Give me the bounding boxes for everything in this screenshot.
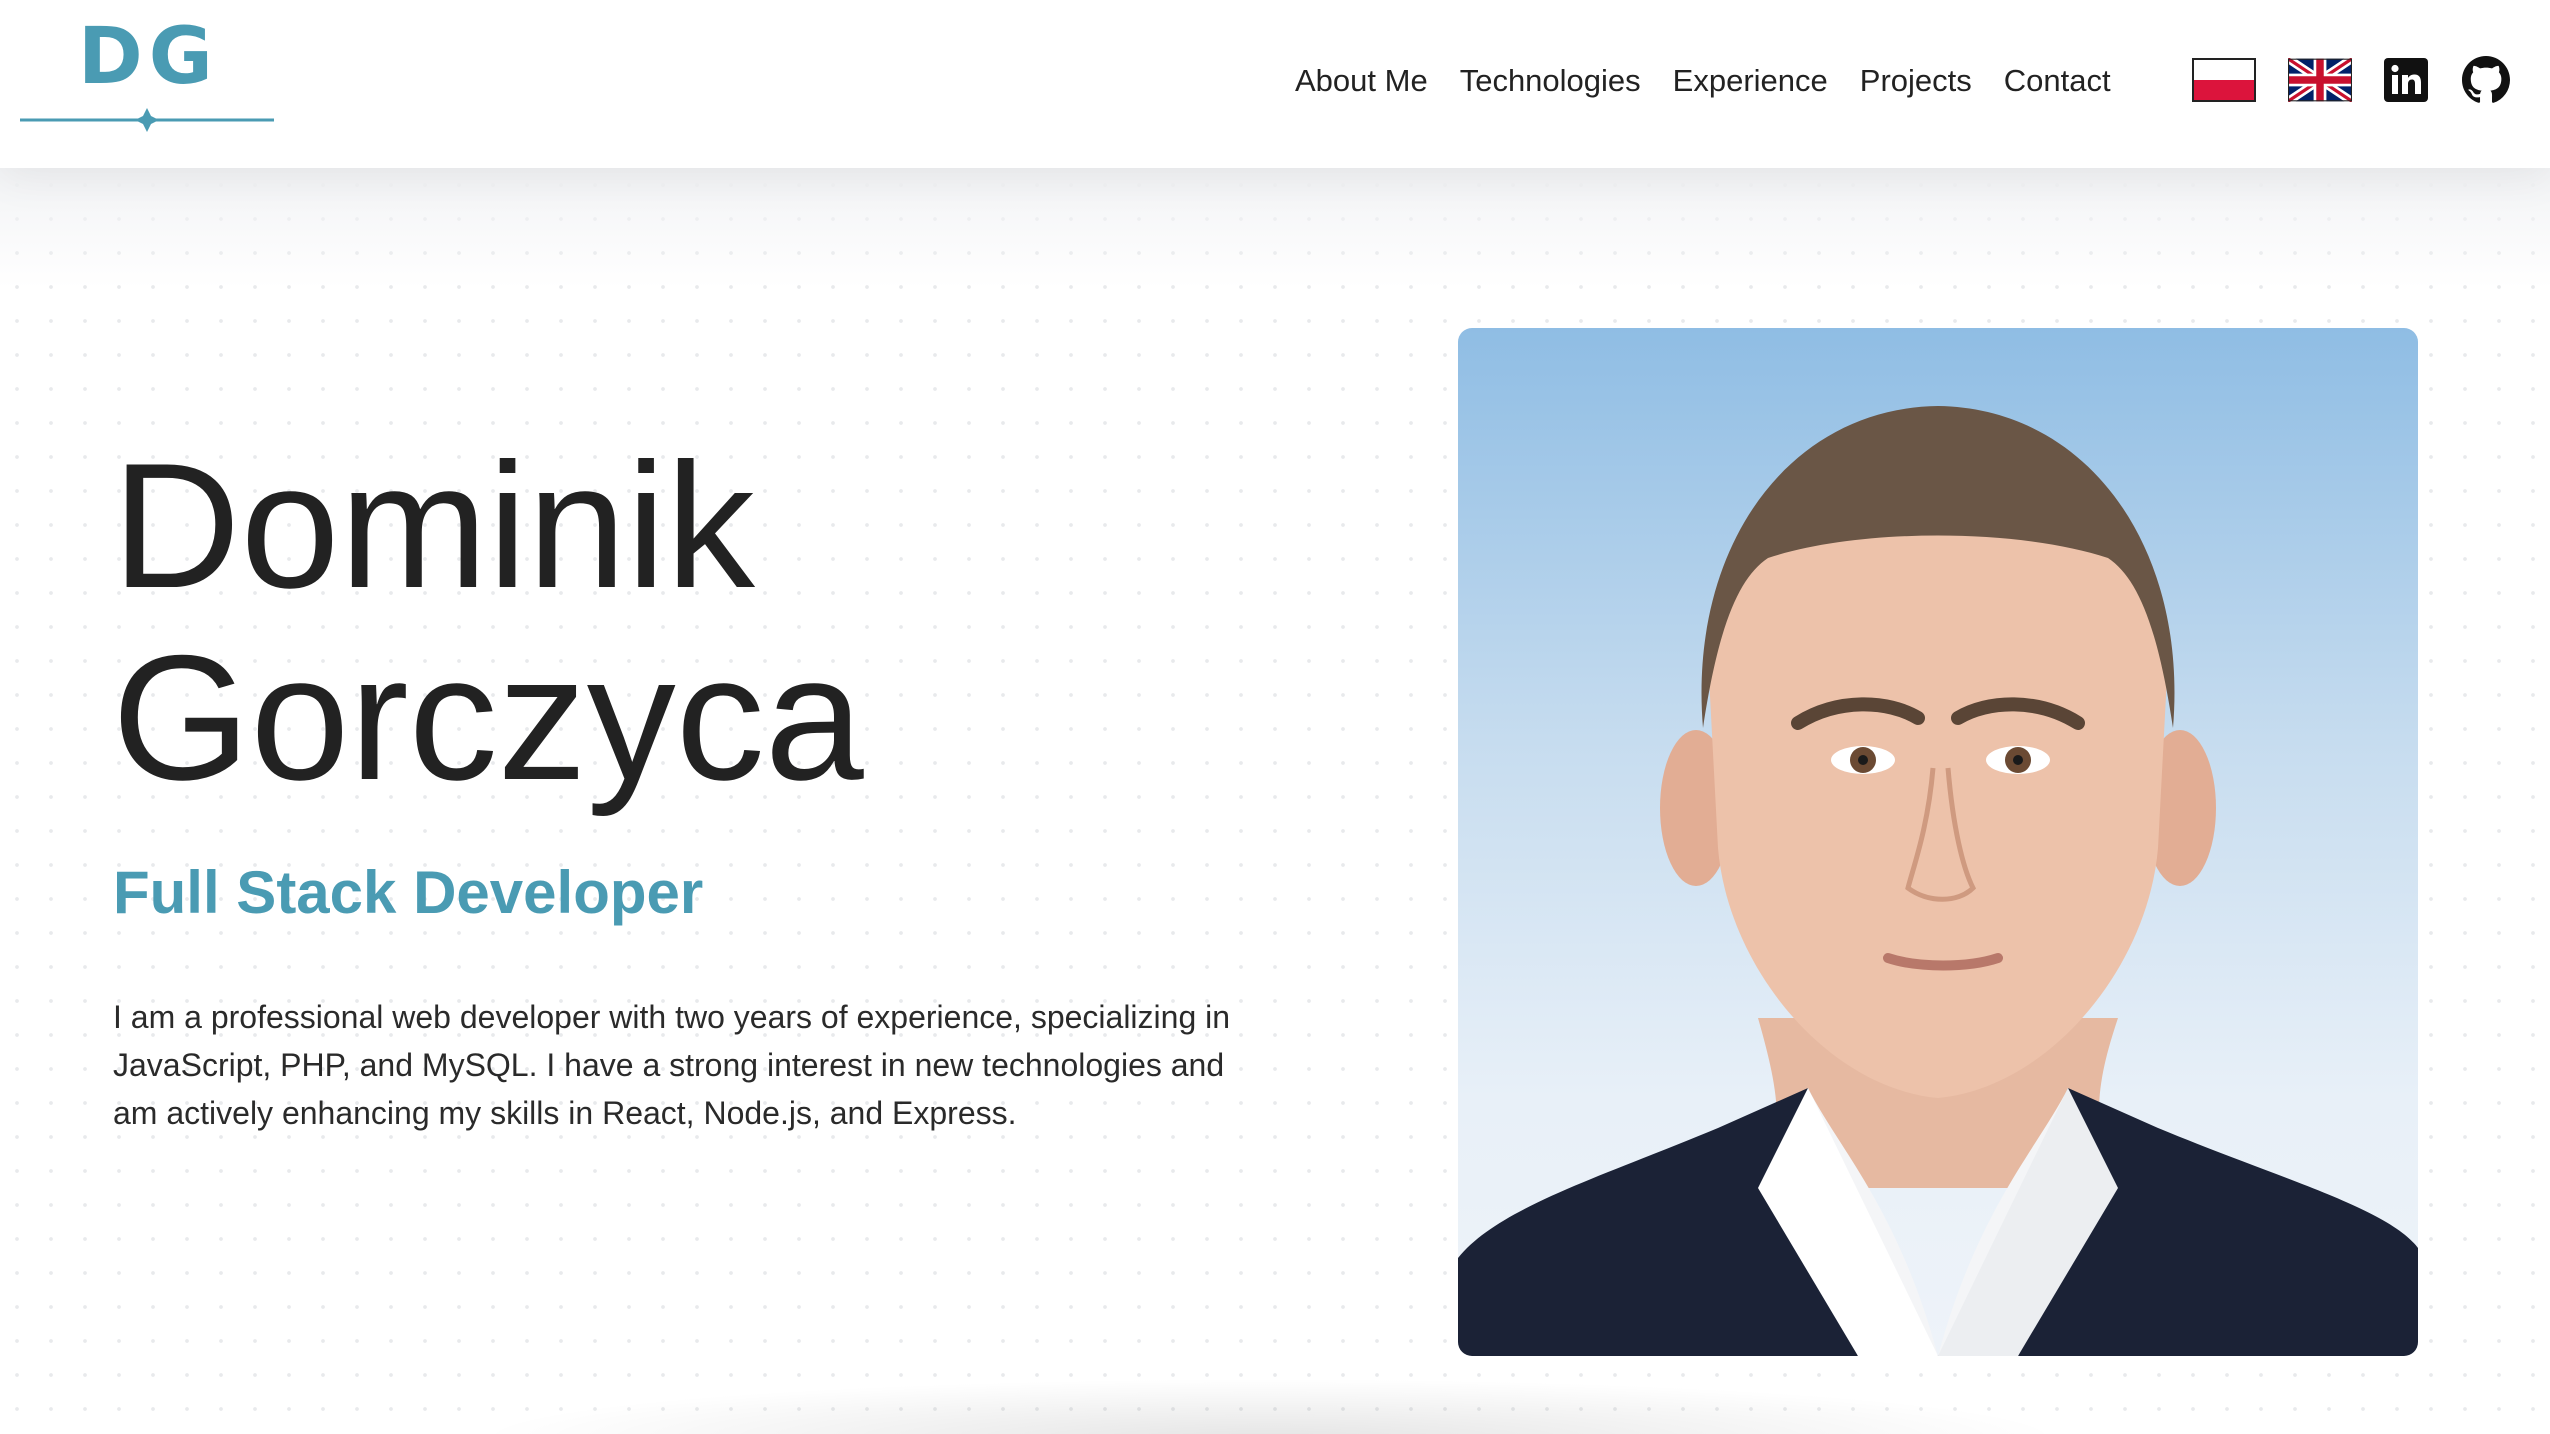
main-nav: About Me Technologies Experience Project… [1295, 56, 2111, 106]
portfolio-page: DG About Me Technologies Experience Proj… [0, 0, 2550, 1434]
uk-flag-icon[interactable] [2288, 58, 2352, 102]
nav-contact[interactable]: Contact [2004, 56, 2111, 106]
bio-text: I am a professional web developer with t… [113, 999, 1231, 1131]
hero-name: Dominik Gorczyca [112, 430, 864, 814]
job-title: Full Stack Developer [113, 859, 704, 926]
first-name: Dominik [112, 426, 755, 625]
portrait-illustration [1458, 406, 2418, 1356]
logo[interactable]: DG [18, 14, 276, 136]
nav-technologies[interactable]: Technologies [1460, 56, 1641, 106]
polish-flag-icon[interactable] [2192, 58, 2256, 102]
nav-experience[interactable]: Experience [1673, 56, 1828, 106]
site-header: DG About Me Technologies Experience Proj… [0, 0, 2550, 168]
linkedin-icon [2384, 58, 2428, 102]
logo-underline-icon [20, 108, 274, 132]
last-name: Gorczyca [112, 618, 864, 817]
linkedin-button[interactable] [2384, 58, 2428, 102]
header-icons [2192, 54, 2510, 106]
header-shadow [0, 168, 2550, 288]
profile-photo [1458, 328, 2418, 1356]
nav-projects[interactable]: Projects [1860, 56, 1972, 106]
logo-text: DG [78, 12, 219, 102]
github-icon [2462, 56, 2510, 103]
nav-about-me[interactable]: About Me [1295, 56, 1428, 106]
github-button[interactable] [2462, 56, 2510, 104]
